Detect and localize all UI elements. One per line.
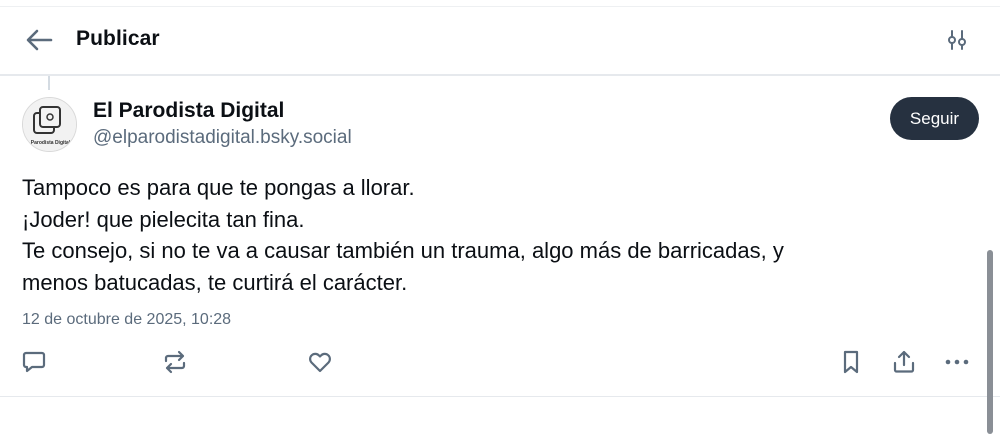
page-title: Publicar — [76, 27, 160, 50]
reply-button[interactable] — [16, 344, 52, 380]
sliders-icon — [948, 30, 966, 50]
repost-button[interactable] — [157, 344, 193, 380]
avatar[interactable]: Parodista Digital — [22, 97, 77, 152]
thread-settings-button[interactable] — [940, 23, 974, 57]
share-icon — [893, 350, 915, 373]
post-text-line: Tampoco es para que te pongas a llorar. — [22, 175, 415, 200]
like-icon — [309, 352, 331, 373]
post-text-line: ¡Joder! que pielecita tan fina. — [22, 206, 305, 232]
arrow-left-icon — [26, 29, 53, 51]
scrollbar-thumb[interactable] — [987, 250, 993, 434]
avatar-caption: Parodista Digital — [31, 140, 71, 146]
reply-icon — [22, 351, 46, 373]
back-button[interactable] — [22, 23, 56, 57]
post-text: Tampoco es para que te pongas a llorar. … — [22, 172, 962, 298]
header-bar: Publicar — [0, 7, 1000, 75]
header-divider — [0, 74, 1000, 76]
author-name[interactable]: El Parodista Digital — [93, 99, 284, 123]
post-divider — [0, 396, 1000, 397]
more-options-button[interactable] — [939, 344, 975, 380]
post-timestamp: 12 de octubre de 2025, 10:28 — [22, 311, 232, 328]
repost-icon — [164, 350, 186, 374]
bookmark-button[interactable] — [833, 344, 869, 380]
share-button[interactable] — [886, 344, 922, 380]
follow-button[interactable]: Seguir — [890, 97, 979, 140]
post-text-line: menos batucadas, te curtirá el carácter. — [22, 269, 408, 295]
more-icon — [945, 359, 969, 365]
like-button[interactable] — [302, 344, 338, 380]
avatar-logo-icon: Parodista Digital — [23, 98, 76, 151]
post-text-line: Te consejo, si no te va a causar también… — [22, 238, 784, 263]
thread-connector — [48, 76, 50, 90]
bookmark-icon — [843, 350, 859, 374]
author-handle[interactable]: @elparodistadigital.bsky.social — [93, 127, 352, 149]
